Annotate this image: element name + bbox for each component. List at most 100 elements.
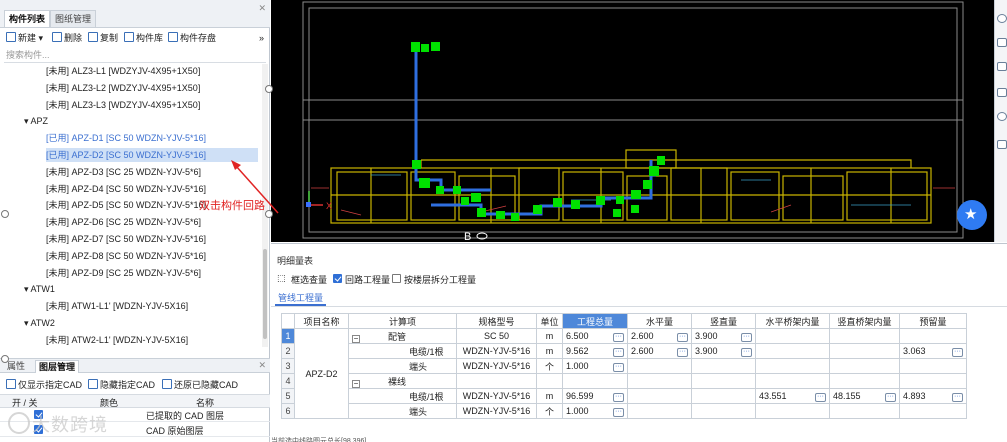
more-options-button[interactable]: ··· [952,392,963,402]
collapse-icon[interactable]: − [352,334,360,343]
tab-layer-manage[interactable]: 图层管理 [35,360,80,373]
htray-cell[interactable] [755,343,830,359]
more-icon[interactable]: » [259,31,264,45]
more-options-button[interactable]: ··· [815,392,826,402]
htray-cell[interactable] [755,328,830,344]
tree-item[interactable]: [未用] ALZ3-L2 [WDZYJV-4X95+1X50] [46,81,200,95]
total-cell[interactable] [562,373,628,389]
vtray-cell[interactable] [829,358,900,374]
box-select-button[interactable]: 框选查量 [291,273,327,286]
rotate-icon[interactable] [997,112,1007,121]
resize-handle[interactable] [1,355,9,363]
new-button[interactable]: 新建 ▾ [6,31,43,45]
v-cell[interactable]: 3.900 ··· [691,328,756,344]
more-options-button[interactable]: ··· [677,347,688,357]
more-options-button[interactable]: ··· [741,332,752,342]
more-options-button[interactable]: ··· [885,392,896,402]
view-icon[interactable] [997,88,1007,97]
tree-group[interactable]: ▾ ATW2 [24,316,55,330]
tree-item[interactable]: [未用] APZ-D6 [SC 25 WDZN-YJV-5*6] [46,215,201,229]
total-cell[interactable]: 6.500 ··· [562,328,628,344]
table-row[interactable]: 6 端头 WDZN-YJV-5*16 个 1.000 ··· [281,403,967,419]
loop-qty-checkbox[interactable] [333,274,342,283]
htray-cell[interactable] [755,358,830,374]
htray-cell[interactable]: 43.551 ··· [755,388,830,404]
favorite-fab-button[interactable] [957,200,987,230]
table-row[interactable]: 3 端头 WDZN-YJV-5*16 个 1.000 ··· [281,358,967,374]
more-options-button[interactable]: ··· [613,332,624,342]
resize-handle[interactable] [265,210,273,218]
save-component-button[interactable]: 构件存盘 [168,31,216,45]
close-icon[interactable]: ✕ [258,360,266,371]
reserve-cell[interactable] [899,403,967,419]
tab-pipe-quantity[interactable]: 管线工程量 [275,292,327,306]
reserve-cell[interactable] [899,373,967,389]
more-options-button[interactable]: ··· [741,347,752,357]
restore-cad-button[interactable]: 还原已隐藏CAD [162,378,238,392]
tree-item[interactable]: [未用] ALZ3-L1 [WDZYJV-4X95+1X50] [46,64,200,78]
delete-button[interactable]: 删除 [52,31,82,45]
v-cell[interactable] [691,403,756,419]
more-options-button[interactable]: ··· [952,347,963,357]
grid-icon[interactable] [997,38,1007,47]
table-row[interactable]: 4 − 裸线 [281,373,967,389]
tree-item[interactable]: [已用] APZ-D2 [SC 50 WDZN-YJV-5*16] [46,148,258,162]
tree-item[interactable]: [未用] APZ-D5 [SC 50 WDZN-YJV-5*16] [46,198,206,212]
v-cell[interactable]: 3.900 ··· [691,343,756,359]
tree-item[interactable]: [未用] APZ-D7 [SC 50 WDZN-YJV-5*16] [46,232,206,246]
layer-icon[interactable] [997,62,1007,71]
show-only-cad-button[interactable]: 仅显示指定CAD [6,378,82,392]
hide-cad-button[interactable]: 隐藏指定CAD [88,378,155,392]
library-button[interactable]: 构件库 [124,31,163,45]
search-input[interactable]: 搜索构件... [4,48,266,63]
htray-cell[interactable] [755,403,830,419]
vtray-cell[interactable] [829,343,900,359]
v-cell[interactable] [691,358,756,374]
total-cell[interactable]: 1.000 ··· [562,358,628,374]
box-select-icon[interactable]: ⬚ [277,273,286,284]
tree-item[interactable]: [未用] APZ-D4 [SC 50 WDZN-YJV-5*16] [46,182,206,196]
resize-handle[interactable] [265,85,273,93]
h-cell[interactable] [627,373,692,389]
copy-button[interactable]: 复制 [88,31,118,45]
more-options-button[interactable]: ··· [613,362,624,372]
total-cell[interactable]: 1.000 ··· [562,403,628,419]
collapse-icon[interactable]: − [352,379,360,388]
v-cell[interactable] [691,388,756,404]
h-cell[interactable] [627,388,692,404]
more-options-button[interactable]: ··· [677,332,688,342]
by-floor-checkbox[interactable] [392,274,401,283]
table-row[interactable]: 2 电缆/1根 WDZN-YJV-5*16 m 9.562 ··· 2.600 ··· 3.90… [281,343,967,359]
table-row[interactable]: 1 APZ-D2− 配管 SC 50 m 6.500 ··· 2.600 ··· 3.900 ··· [281,328,967,419]
h-cell[interactable] [627,358,692,374]
close-icon[interactable]: ✕ [258,3,266,14]
tree-item[interactable]: [未用] APZ-D9 [SC 25 WDZN-YJV-5*6] [46,266,201,280]
h-cell[interactable]: 2.600 ··· [627,328,692,344]
resize-handle[interactable] [1,210,9,218]
cad-viewport[interactable]: X B [271,0,994,242]
v-cell[interactable] [691,373,756,389]
zoom-icon[interactable] [997,14,1007,23]
tree-item[interactable]: [未用] APZ-D3 [SC 25 WDZN-YJV-5*6] [46,165,201,179]
tab-component-list[interactable]: 构件列表 [4,10,51,27]
reserve-cell[interactable]: 4.893 ··· [899,388,967,404]
tab-drawing-manage[interactable]: 图纸管理 [50,10,97,27]
reserve-cell[interactable]: 3.063 ··· [899,343,967,359]
more-options-button[interactable]: ··· [613,347,624,357]
more-options-button[interactable]: ··· [613,392,624,402]
vtray-cell[interactable]: 48.155 ··· [829,388,900,404]
table-row[interactable]: 5 电缆/1根 WDZN-YJV-5*16 m 96.599 ··· 43.551 ··· 48… [281,388,967,404]
tree-item[interactable]: [未用] APZ-D8 [SC 50 WDZN-YJV-5*16] [46,249,206,263]
tree-item[interactable]: [未用] ATW2-L1' [WDZN-YJV-5X16] [46,333,188,347]
reserve-cell[interactable] [899,358,967,374]
total-cell[interactable]: 96.599 ··· [562,388,628,404]
tree-item[interactable]: [未用] ATW1-L1' [WDZN-YJV-5X16] [46,299,188,313]
htray-cell[interactable] [755,373,830,389]
vtray-cell[interactable] [829,403,900,419]
tree-group[interactable]: ▾ APZ [24,114,48,128]
h-cell[interactable] [627,403,692,419]
h-cell[interactable]: 2.600 ··· [627,343,692,359]
vtray-cell[interactable] [829,373,900,389]
scrollbar-thumb[interactable] [263,249,267,339]
total-cell[interactable]: 9.562 ··· [562,343,628,359]
